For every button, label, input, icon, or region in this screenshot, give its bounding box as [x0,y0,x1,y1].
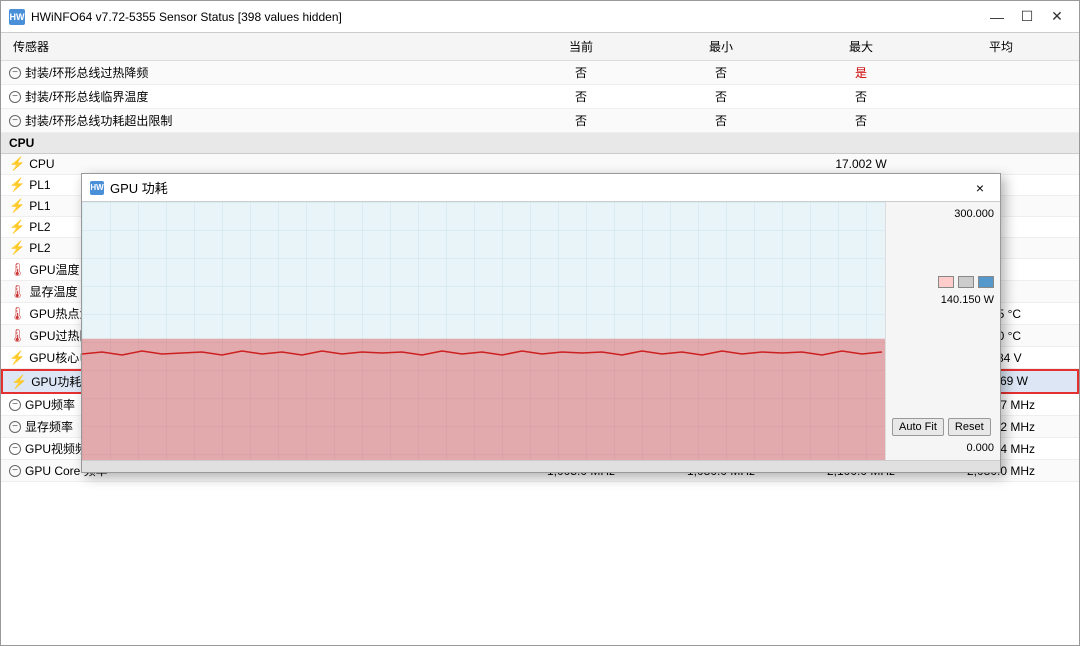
lightning-icon: ⚡ [9,350,25,366]
popup-close-button[interactable]: × [968,178,992,198]
thermometer-icon: 🌡 [9,262,26,278]
popup-title: GPU 功耗 [110,178,168,197]
chart-max-label: 300.000 [892,208,994,220]
table-row: ⚡CPU 17.002 W [1,154,1079,175]
color-swatch-3 [978,276,994,288]
collapse-icon[interactable]: − [9,443,21,455]
collapse-icon[interactable]: − [9,67,21,79]
color-swatch-2 [958,276,974,288]
collapse-icon[interactable]: − [9,421,21,433]
content-area: 传感器 当前 最小 最大 平均 −封装/环形总线过热降频 否 否 是 −封装/环… [1,33,1079,645]
header-max: 最大 [791,36,931,57]
lightning-icon: ⚡ [9,240,25,256]
gpu-power-popup: HW GPU 功耗 × [81,173,1001,473]
cpu-section-header: CPU [1,133,1079,154]
popup-body: 300.000 140.150 W Auto Fit Reset 0.000 [82,202,1000,460]
window-controls: — ☐ ✕ [983,6,1071,28]
table-row: −封装/环形总线过热降频 否 否 是 [1,61,1079,85]
header-avg: 平均 [931,36,1071,57]
color-legend [892,276,994,288]
app-icon: HW [9,9,25,25]
title-bar: HW HWiNFO64 v7.72-5355 Sensor Status [39… [1,1,1079,33]
thermometer-icon: 🌡 [9,306,26,322]
lightning-icon: ⚡ [9,198,25,214]
maximize-button[interactable]: ☐ [1013,6,1041,28]
collapse-icon[interactable]: − [9,465,21,477]
collapse-icon[interactable]: − [9,91,21,103]
popup-app-icon: HW [90,181,104,195]
thermometer-icon: 🌡 [9,328,26,344]
minimize-button[interactable]: — [983,6,1011,28]
collapse-icon[interactable]: − [9,399,21,411]
window-title: HWiNFO64 v7.72-5355 Sensor Status [398 v… [31,10,342,24]
collapse-icon[interactable]: − [9,115,21,127]
popup-title-bar: HW GPU 功耗 × [82,174,1000,202]
gpu-power-label: GPU功耗 [31,373,81,390]
header-sensor: 传感器 [9,36,511,57]
chart-current-label: 140.150 W [892,294,994,306]
power-area [82,339,885,460]
close-button[interactable]: ✕ [1043,6,1071,28]
chart-min-label: 0.000 [892,442,994,454]
cpu-section-label: CPU [9,136,34,150]
chart-controls: Auto Fit Reset [892,418,994,436]
chart-scrollbar[interactable] [82,460,1000,472]
auto-fit-button[interactable]: Auto Fit [892,418,944,436]
color-swatch-1 [938,276,954,288]
chart-area [82,202,885,460]
lightning-icon: ⚡ [11,374,27,390]
popup-sidebar: 300.000 140.150 W Auto Fit Reset 0.000 [885,202,1000,460]
thermometer-icon: 🌡 [9,284,26,300]
table-row: −封装/环形总线临界温度 否 否 否 [1,85,1079,109]
main-window: HW HWiNFO64 v7.72-5355 Sensor Status [39… [0,0,1080,646]
chart-svg [82,202,885,460]
lightning-icon: ⚡ [9,219,25,235]
header-min: 最小 [651,36,791,57]
table-header: 传感器 当前 最小 最大 平均 [1,33,1079,61]
lightning-icon: ⚡ [9,177,25,193]
lightning-icon: ⚡ [9,156,25,172]
table-row: −封装/环形总线功耗超出限制 否 否 否 [1,109,1079,133]
reset-button[interactable]: Reset [948,418,991,436]
header-current: 当前 [511,36,651,57]
